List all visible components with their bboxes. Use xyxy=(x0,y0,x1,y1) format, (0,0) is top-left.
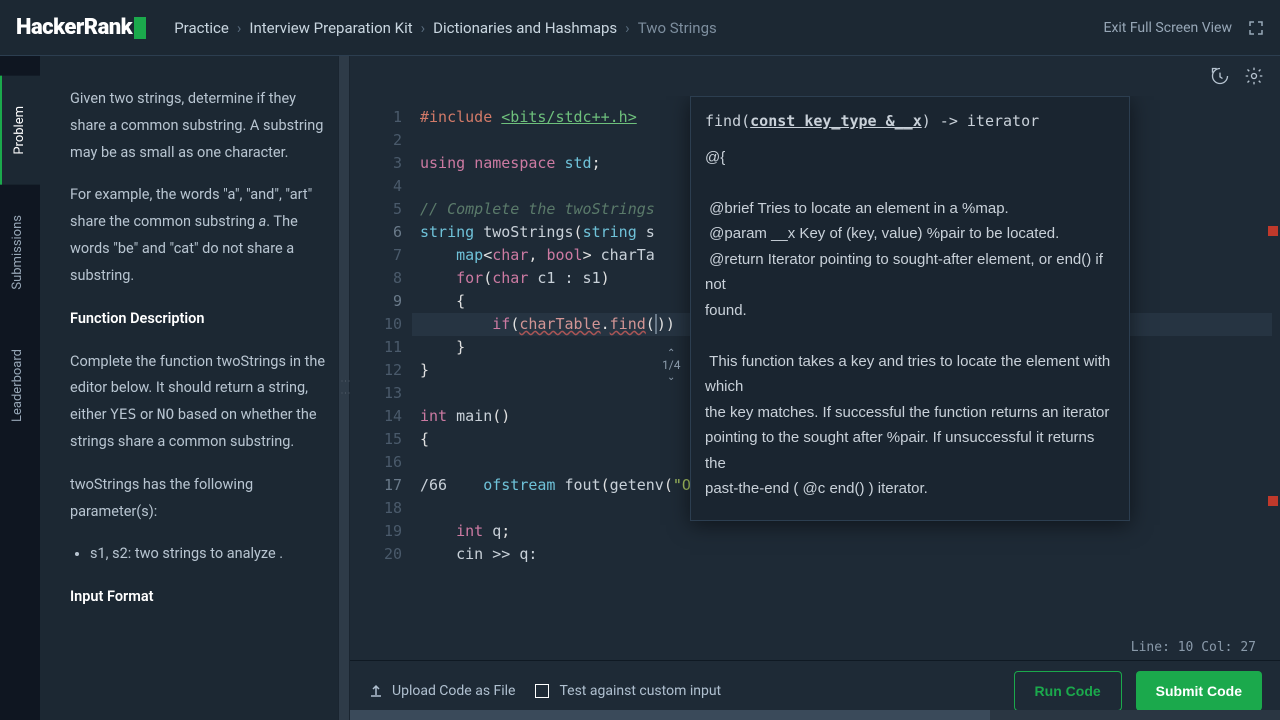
tab-problem[interactable]: Problem xyxy=(0,76,40,185)
chevron-right-icon: › xyxy=(625,19,630,37)
cursor-status: Line: 10 Col: 27 xyxy=(1123,636,1264,660)
logo[interactable]: HackerRank xyxy=(16,15,146,40)
exit-fullscreen-icon[interactable] xyxy=(1248,20,1264,36)
problem-param-1: s1, s2: two strings to analyze . xyxy=(90,541,326,568)
upload-icon xyxy=(368,683,384,699)
problem-func-desc: Complete the function twoStrings in the … xyxy=(70,349,326,456)
editor-toolbar: C++14 xyxy=(350,56,1280,96)
history-icon[interactable] xyxy=(1210,66,1230,86)
problem-params-intro: twoStrings has the following parameter(s… xyxy=(70,472,326,526)
intellisense-tooltip: find(const key_type &__x) -> iterator @{… xyxy=(690,96,1130,521)
breadcrumb: Practice › Interview Preparation Kit › D… xyxy=(174,19,717,37)
logo-mark-icon xyxy=(134,17,146,39)
breadcrumb-category[interactable]: Dictionaries and Hashmaps xyxy=(433,19,617,37)
error-marker-icon[interactable] xyxy=(1268,496,1278,506)
test-custom-input-checkbox[interactable]: Test against custom input xyxy=(535,683,721,699)
header: HackerRank Practice › Interview Preparat… xyxy=(0,0,1280,56)
chevron-right-icon: › xyxy=(237,19,242,37)
heading-function-desc: Function Description xyxy=(70,310,204,327)
upload-code-link[interactable]: Upload Code as File xyxy=(368,683,515,699)
chevron-right-icon: › xyxy=(421,19,426,37)
heading-input-format: Input Format xyxy=(70,588,154,605)
gear-icon[interactable] xyxy=(1244,66,1264,86)
run-code-button[interactable]: Run Code xyxy=(1014,671,1122,711)
tab-submissions[interactable]: Submissions xyxy=(0,185,40,320)
submit-code-button[interactable]: Submit Code xyxy=(1136,671,1262,711)
panel-splitter[interactable]: ⋮⋮ xyxy=(338,56,350,720)
problem-example: For example, the words "a", "and", "art"… xyxy=(70,182,326,289)
exit-fullscreen-link[interactable]: Exit Full Screen View xyxy=(1103,20,1232,36)
problem-intro: Given two strings, determine if they sha… xyxy=(70,86,326,166)
editor-area: C++14 1234567891011121314151617181920 #i… xyxy=(350,56,1280,720)
problem-panel: Given two strings, determine if they sha… xyxy=(40,56,350,720)
checkbox-icon[interactable] xyxy=(535,684,549,698)
horizontal-scrollbar[interactable] xyxy=(350,710,1280,720)
code-editor[interactable]: 1234567891011121314151617181920 #include… xyxy=(350,96,1280,660)
line-gutter: 1234567891011121314151617181920 xyxy=(350,96,420,660)
breadcrumb-practice[interactable]: Practice xyxy=(174,19,229,37)
minimap-markers xyxy=(1268,226,1280,660)
tab-leaderboard[interactable]: Leaderboard xyxy=(0,319,40,452)
error-marker-icon[interactable] xyxy=(1268,226,1278,236)
breadcrumb-current: Two Strings xyxy=(638,19,717,37)
breadcrumb-kit[interactable]: Interview Preparation Kit xyxy=(249,19,412,37)
side-tabs: Problem Submissions Leaderboard xyxy=(0,56,40,720)
signature-pager[interactable]: ⌃1/4⌄ xyxy=(662,348,680,383)
